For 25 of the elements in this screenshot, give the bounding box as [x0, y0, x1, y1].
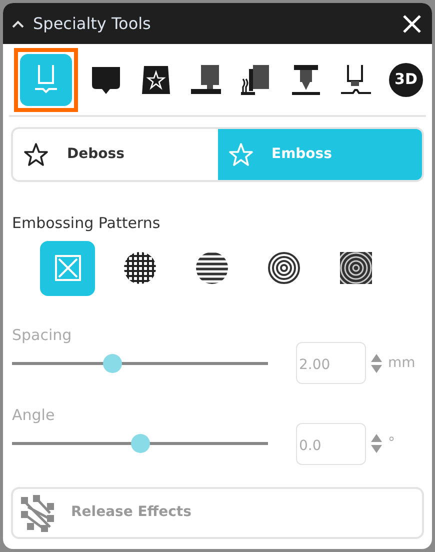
collapse-chevron-icon[interactable] [11, 18, 25, 28]
crossed-square-icon [54, 254, 82, 282]
slider-track[interactable] [12, 354, 268, 372]
star-icon [23, 142, 49, 168]
slider-label: Spacing [12, 324, 73, 346]
network-icon [19, 492, 57, 532]
grid-circle-icon [122, 251, 156, 285]
window-title: Specialty Tools [33, 12, 151, 34]
unit-label: ° [388, 434, 395, 453]
slider-track[interactable] [12, 434, 268, 453]
concentric-rings-icon [266, 251, 300, 285]
nozzle-icon [339, 62, 373, 96]
striped-circle-icon [194, 251, 228, 285]
ring-square-icon [338, 251, 372, 285]
spin-arrows-icon[interactable] [371, 354, 382, 372]
press-icon [189, 62, 223, 96]
slider-label: Angle [12, 405, 56, 426]
unit-label: mm [388, 354, 416, 372]
spin-arrows-icon[interactable] [371, 434, 382, 453]
drill-icon [289, 62, 323, 96]
section-title: Embossing Patterns [12, 213, 162, 234]
close-icon [402, 14, 422, 34]
star-icon [228, 142, 254, 168]
mode-tab[interactable]: Emboss [218, 129, 422, 180]
3d-badge-icon: 3D [389, 62, 423, 96]
